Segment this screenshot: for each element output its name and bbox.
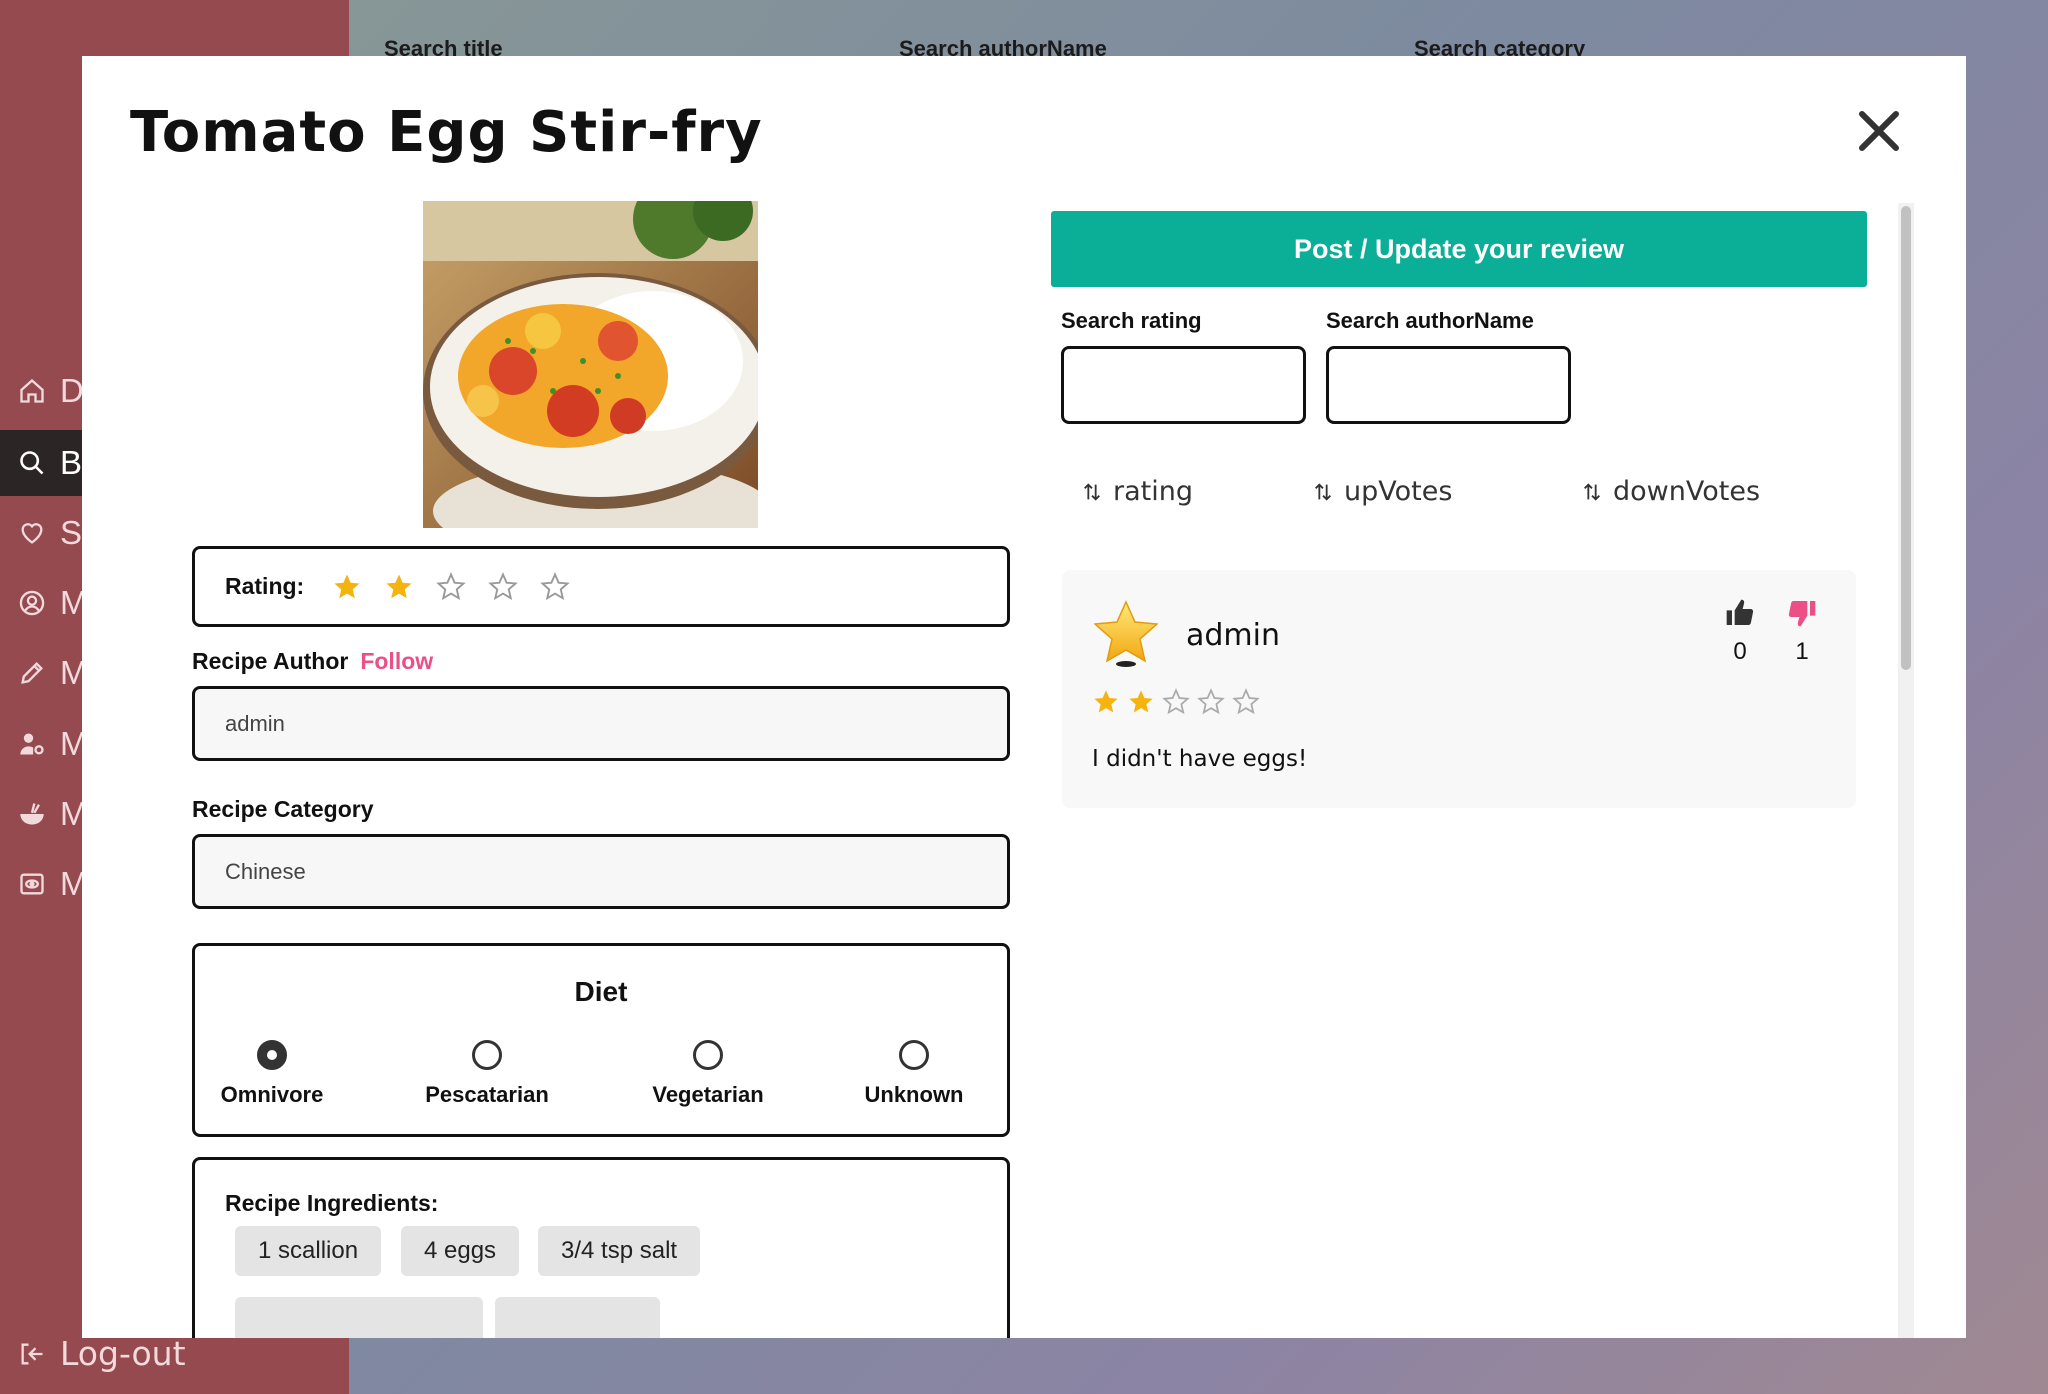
close-button[interactable] — [1854, 106, 1904, 156]
star-filled-icon — [1094, 690, 1118, 713]
eye-icon — [20, 873, 44, 895]
star-filled-icon[interactable] — [384, 572, 414, 602]
star-empty-icon — [1197, 688, 1225, 715]
search-rating-input[interactable] — [1061, 346, 1306, 424]
diet-option-label: Unknown — [864, 1082, 964, 1107]
heart-icon — [21, 523, 43, 544]
scrollbar-thumb[interactable] — [1901, 206, 1911, 670]
ingredient-chip: 1 scallion — [235, 1226, 382, 1276]
recipe-author-label: Recipe Author — [192, 648, 349, 674]
star-empty-icon[interactable] — [488, 571, 519, 602]
diet-title: Diet — [574, 976, 628, 1007]
recipe-modal: Tomato Egg Stir-fry Rating: Recipe Autho… — [82, 56, 1966, 1338]
rating-label: Rating: — [225, 573, 305, 599]
ingredients-group: Recipe Ingredients: 1 scallion 4 eggs 3/… — [192, 1157, 1010, 1338]
home-icon — [20, 378, 44, 403]
sort-icon — [1084, 482, 1100, 501]
star-empty-icon[interactable] — [540, 571, 571, 602]
recipe-image — [423, 201, 758, 528]
ingredient-chip — [495, 1297, 660, 1338]
upvote-button[interactable]: 0 — [1724, 596, 1756, 666]
radio-checked-icon[interactable] — [257, 1040, 287, 1070]
diet-option-vegetarian[interactable]: Vegetarian — [652, 1040, 764, 1108]
ingredient-chip — [235, 1297, 483, 1338]
star-empty-icon[interactable] — [436, 571, 467, 602]
pencil-icon — [21, 662, 43, 684]
recipe-rating: Rating: — [192, 546, 1010, 627]
diet-option-pescatarian[interactable]: Pescatarian — [425, 1040, 549, 1108]
diet-option-label: Omnivore — [220, 1082, 324, 1107]
radio-icon[interactable] — [693, 1040, 723, 1070]
follow-link[interactable]: Follow — [360, 648, 433, 674]
sort-downvotes-label: downVotes — [1613, 476, 1761, 507]
downvote-button[interactable]: 1 — [1786, 596, 1818, 666]
review-rating — [1092, 688, 1267, 716]
search-author-input[interactable] — [1326, 346, 1571, 424]
user-circle-icon — [19, 590, 45, 616]
diet-option-label: Vegetarian — [652, 1082, 764, 1107]
star-filled-icon — [1129, 690, 1153, 713]
reviewer-name: admin — [1186, 618, 1280, 653]
sort-icon — [1315, 482, 1331, 501]
user-gear-icon — [20, 733, 44, 755]
thumbs-down-icon — [1788, 601, 1816, 627]
bowl-icon — [20, 803, 44, 825]
star-empty-icon — [1232, 688, 1260, 715]
logout-icon — [21, 1343, 43, 1364]
downvote-count: 1 — [1795, 638, 1809, 665]
review-card: admin 0 1 I didn't have eggs! — [1062, 570, 1856, 808]
recipe-category-field: Chinese — [192, 834, 1010, 909]
star-filled-icon[interactable] — [332, 572, 362, 602]
sort-icon — [1584, 482, 1600, 501]
sort-downvotes-button[interactable]: downVotes — [1581, 476, 1760, 507]
search-icon — [20, 451, 44, 475]
logout-button[interactable]: Log-out — [18, 1334, 186, 1373]
radio-icon[interactable] — [899, 1040, 929, 1070]
review-text: I didn't have eggs! — [1092, 746, 1308, 772]
diet-option-omnivore[interactable]: Omnivore — [221, 1040, 323, 1108]
recipe-author-field: admin — [192, 686, 1010, 761]
recipe-author-heading: Recipe Author Follow — [192, 648, 433, 675]
sort-upvotes-button[interactable]: upVotes — [1312, 476, 1452, 507]
upvote-count: 0 — [1733, 638, 1747, 665]
radio-icon[interactable] — [472, 1040, 502, 1070]
close-icon — [1859, 111, 1899, 151]
star-empty-icon — [1162, 688, 1190, 715]
ingredient-chip: 4 eggs — [401, 1226, 520, 1276]
sort-rating-label: rating — [1113, 476, 1193, 507]
star-avatar-icon — [1094, 600, 1158, 667]
diet-option-unknown[interactable]: Unknown — [865, 1040, 964, 1108]
diet-group: Diet Omnivore Pescatarian Vegetarian Unk… — [192, 943, 1010, 1137]
post-review-button[interactable]: Post / Update your review — [1051, 211, 1867, 287]
ingredients-title: Recipe Ingredients: — [225, 1190, 439, 1216]
diet-option-label: Pescatarian — [425, 1082, 549, 1107]
search-rating-label: Search rating — [1061, 308, 1202, 333]
ingredient-chip: 3/4 tsp salt — [538, 1226, 701, 1276]
modal-title: Tomato Egg Stir-fry — [130, 100, 763, 165]
recipe-category-label: Recipe Category — [192, 796, 374, 822]
sort-upvotes-label: upVotes — [1344, 476, 1453, 507]
logout-label: Log-out — [60, 1334, 186, 1373]
search-author-label: Search authorName — [1326, 308, 1534, 333]
sort-rating-button[interactable]: rating — [1081, 476, 1193, 507]
thumbs-up-icon — [1726, 599, 1754, 625]
